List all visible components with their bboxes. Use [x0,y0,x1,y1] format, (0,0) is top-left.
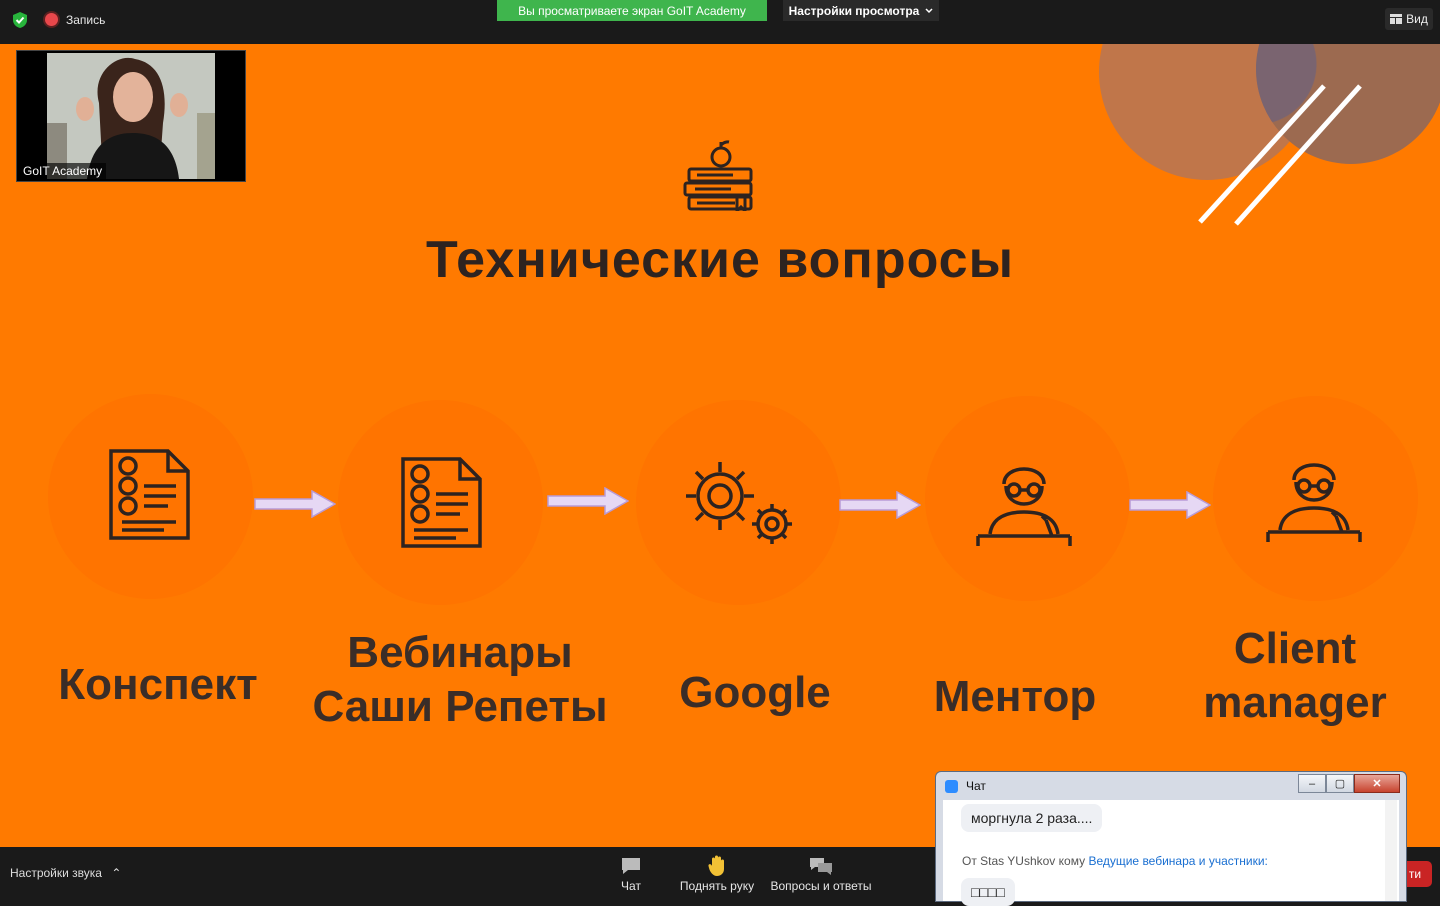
mentor-person-icon [976,467,1072,546]
view-button[interactable]: Вид [1385,8,1433,30]
arrow-right-icon [254,490,336,518]
arrow-right-icon [547,487,629,515]
view-button-label: Вид [1406,12,1428,26]
step-label-line: Саши Репеты [312,682,608,731]
recording-label[interactable]: Запись [66,13,105,27]
step-label-google: Google [640,666,870,720]
participant-silhouette [47,53,215,179]
chat-window-title: Чат [966,779,986,793]
step-label-client-manager: Client manager [1170,622,1420,730]
chat-scrollbar[interactable] [1385,800,1397,901]
arrow-right-icon [839,491,921,519]
step-label-summary: Конспект [38,658,278,712]
audio-settings-button[interactable]: Настройки звука ⌃ [10,866,121,880]
arrow-right-icon [1129,491,1211,519]
audio-settings-label: Настройки звука [10,866,102,880]
raise-hand-label: Поднять руку [679,879,755,893]
chat-sender-prefix: От Stas YUshkov кому [962,854,1086,868]
step-label-line: Google [679,668,831,717]
chat-button[interactable]: Чат [612,853,650,893]
step-label-line: Вебинары [347,628,573,677]
gears-icon [686,462,792,544]
chat-icon [622,858,640,874]
view-settings-dropdown[interactable]: Настройки просмотра [783,0,939,21]
chat-titlebar[interactable]: Чат – ▢ ✕ [936,772,1406,798]
participant-video-tile[interactable]: GoIT Academy [16,50,246,182]
step-label-line: Конспект [58,660,258,709]
qa-button[interactable]: Вопросы и ответы [768,853,874,893]
chat-message-bubble: □□□□ [961,878,1015,906]
step-label-line: Ментор [933,672,1097,721]
chat-recipient-link[interactable]: Ведущие вебинара и участники: [1088,854,1267,868]
security-shield-icon[interactable] [12,11,28,29]
document-list-icon [109,449,190,540]
qa-icon [810,858,832,875]
maximize-button[interactable]: ▢ [1326,774,1354,793]
chat-label: Чат [621,879,641,893]
chevron-down-icon [925,7,933,13]
close-button[interactable]: ✕ [1354,774,1400,793]
participant-name: GoIT Academy [19,163,107,179]
grid-view-icon [1390,14,1403,24]
participant-video-feed [47,53,215,179]
chat-message-bubble: моргнула 2 раза.... [961,804,1103,832]
step-label-webinars: Вебинары Саши Репеты [300,626,620,734]
decorative-lines [1198,84,1362,226]
zoom-app-icon [945,780,958,793]
minimize-button[interactable]: – [1298,774,1326,793]
chat-message-sender: От Stas YUshkov кому Ведущие вебинара и … [962,854,1268,868]
qa-label: Вопросы и ответы [770,879,872,893]
document-list-icon [401,457,482,548]
view-settings-label: Настройки просмотра [788,3,920,18]
books-apple-icon [683,140,753,211]
slide-title: Технические вопросы [425,231,1015,289]
top-bar: Запись Вы просматриваете экран GoIT Acad… [0,0,1440,44]
recording-icon[interactable] [45,13,58,26]
chevron-up-icon: ⌃ [111,866,122,880]
screen-share-banner: Вы просматриваете экран GoIT Academy [497,0,767,21]
step-label-mentor: Ментор [900,670,1130,724]
chat-messages[interactable]: моргнула 2 раза.... От Stas YUshkov кому… [943,800,1399,906]
raise-hand-icon [708,855,724,876]
step-label-line: manager [1203,678,1387,727]
client-manager-person-icon [1266,463,1362,542]
raise-hand-button[interactable]: Поднять руку [676,853,758,893]
step-label-line: Client [1233,624,1357,673]
chat-window[interactable]: Чат – ▢ ✕ моргнула 2 раза.... От Stas YU… [935,771,1407,906]
